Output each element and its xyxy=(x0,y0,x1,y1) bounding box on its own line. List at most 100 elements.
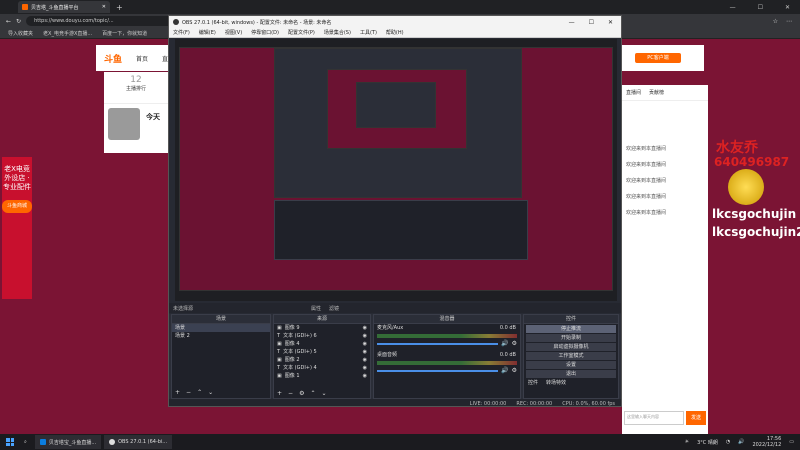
move-down-icon[interactable]: ⌄ xyxy=(321,390,326,397)
image-source-icon: ▣ xyxy=(277,325,282,331)
browser-tab[interactable]: 贝吉塔_斗鱼直播平台 ✕ xyxy=(18,1,110,13)
bookmark-item[interactable]: 老X_电竞手游X直播... xyxy=(43,30,92,37)
obs-dock-area: 场景 场景 场景 2 + − ⌃ ⌄ 来源 ▣ 图像 9 ◉ T 文本 (GDI+) … xyxy=(169,314,621,399)
new-tab-icon[interactable]: + xyxy=(116,3,123,12)
bookmark-item[interactable]: 导入收藏夹 xyxy=(8,30,33,37)
side-ad-banner[interactable]: 老X电竞外设店 · 专业配件 斗鱼商城 xyxy=(2,157,32,299)
menu-file[interactable]: 文件(F) xyxy=(173,29,190,36)
source-item[interactable]: ▣ 图像 1 ◉ xyxy=(274,372,370,380)
move-down-icon[interactable]: ⌄ xyxy=(208,389,213,396)
visibility-eye-icon[interactable]: ◉ xyxy=(363,340,370,348)
properties-button[interactable]: 属性 xyxy=(311,305,321,312)
move-up-icon[interactable]: ⌃ xyxy=(197,389,202,396)
source-item[interactable]: ▣ 图像 4 ◉ xyxy=(274,340,370,348)
volume-icon[interactable]: 🔊 xyxy=(738,439,744,445)
remove-source-icon[interactable]: − xyxy=(288,390,293,397)
filters-button[interactable]: 滤镜 xyxy=(329,305,339,312)
bookmark-item[interactable]: 百度一下，你就知道 xyxy=(102,30,147,37)
right-chat-panel: 直播间 贡献榜 欢迎来到本直播间 欢迎来到本直播间 欢迎来到本直播间 欢迎来到本… xyxy=(622,85,708,434)
tab-transitions[interactable]: 转场特效 xyxy=(546,379,566,386)
source-item[interactable]: ▣ 图像 2 ◉ xyxy=(274,356,370,364)
visibility-eye-icon[interactable]: ◉ xyxy=(363,324,370,332)
visibility-eye-icon[interactable]: ◉ xyxy=(363,356,370,364)
notification-icon[interactable]: ▭ xyxy=(789,439,794,445)
source-item[interactable]: T 文本 (GDI+) 4 ◉ xyxy=(274,364,370,372)
scene-item[interactable]: 场景 2 xyxy=(172,332,270,340)
network-icon[interactable]: ◔ xyxy=(726,439,730,445)
close-tab-icon[interactable]: ✕ xyxy=(102,4,106,10)
clock-date[interactable]: 2022/12/12 xyxy=(752,442,781,448)
sources-dock-title: 来源 xyxy=(274,315,370,324)
desktop-volume-slider[interactable] xyxy=(377,369,499,372)
weather-text[interactable]: 3°C 晴朗 xyxy=(697,439,718,446)
menu-help[interactable]: 帮助(H) xyxy=(386,29,404,36)
source-item-label: 文本 (GDI+) 5 xyxy=(283,349,317,355)
menu-tools[interactable]: 工具(T) xyxy=(360,29,377,36)
scene-item[interactable]: 场景 xyxy=(172,324,270,332)
search-icon[interactable]: ⌕ xyxy=(24,439,27,445)
add-source-icon[interactable]: + xyxy=(277,390,282,397)
gear-icon[interactable]: ⚙ xyxy=(512,367,517,374)
nav-home[interactable]: 首页 xyxy=(136,54,148,63)
visibility-eye-icon[interactable]: ◉ xyxy=(363,372,370,380)
move-up-icon[interactable]: ⌃ xyxy=(310,390,315,397)
tab-room[interactable]: 直播间 xyxy=(626,89,641,96)
maximize-icon[interactable]: ☐ xyxy=(589,19,594,26)
tab-controls[interactable]: 控件 xyxy=(528,379,538,386)
chat-input[interactable]: 这里输入聊天内容 xyxy=(624,411,684,425)
menu-docks[interactable]: 停靠窗口(D) xyxy=(251,29,279,36)
start-recording-button[interactable]: 开始录制 xyxy=(526,334,616,342)
obs-title: OBS 27.0.1 (64-bit, windows) - 配置文件: 未命名… xyxy=(182,19,332,26)
speaker-icon[interactable]: 🔊 xyxy=(501,340,508,347)
refresh-icon[interactable]: ↻ xyxy=(16,18,21,25)
douyu-favicon-icon xyxy=(22,4,28,10)
speaker-icon[interactable]: 🔊 xyxy=(501,367,508,374)
source-item[interactable]: ▣ 图像 9 ◉ xyxy=(274,324,370,332)
favorite-icon[interactable]: ☆ xyxy=(773,18,778,25)
visibility-eye-icon[interactable]: ◉ xyxy=(363,332,370,340)
pc-client-button[interactable]: PC客户端 xyxy=(635,53,681,63)
gear-icon[interactable]: ⚙ xyxy=(299,390,304,397)
mic-channel-label: 麦克风/Aux xyxy=(377,325,404,331)
visibility-eye-icon[interactable]: ◉ xyxy=(363,348,370,356)
remove-scene-icon[interactable]: − xyxy=(186,389,191,396)
source-item[interactable]: T 文本 (GDI+) 5 ◉ xyxy=(274,348,370,356)
virtual-camera-button[interactable]: 启动虚拟摄像机 xyxy=(526,343,616,351)
banner-card[interactable]: 今天 xyxy=(104,103,168,153)
taskbar-item-obs[interactable]: OBS 27.0.1 (64-bi... xyxy=(104,435,173,449)
minimize-icon[interactable]: — xyxy=(569,19,575,26)
stop-streaming-button[interactable]: 停止推流 xyxy=(526,325,616,333)
shop-button[interactable]: 斗鱼商城 xyxy=(2,200,32,213)
menu-view[interactable]: 视图(V) xyxy=(225,29,242,36)
exit-button[interactable]: 退出 xyxy=(526,370,616,378)
settings-button[interactable]: 设置 xyxy=(526,361,616,369)
add-scene-icon[interactable]: + xyxy=(175,389,180,396)
close-window-icon[interactable]: ✕ xyxy=(608,19,613,26)
source-item[interactable]: T 文本 (GDI+) 6 ◉ xyxy=(274,332,370,340)
menu-scene-collection[interactable]: 场景集合(S) xyxy=(324,29,351,36)
mic-volume-slider[interactable] xyxy=(377,342,499,345)
rec-timer: REC: 00:00:00 xyxy=(516,400,553,407)
source-item-label: 图像 2 xyxy=(284,357,300,363)
douyu-logo[interactable]: 斗鱼 xyxy=(104,52,122,65)
tab-contribution[interactable]: 贡献榜 xyxy=(649,89,664,96)
rank-label[interactable]: 主播排行 xyxy=(104,85,168,92)
minimize-icon[interactable]: — xyxy=(730,4,736,11)
windows-start-icon[interactable] xyxy=(6,438,14,446)
image-source-icon: ▣ xyxy=(277,341,282,347)
menu-profile[interactable]: 配置文件(P) xyxy=(288,29,315,36)
visibility-eye-icon[interactable]: ◉ xyxy=(363,364,370,372)
menu-icon[interactable]: ⋯ xyxy=(786,18,792,25)
gear-icon[interactable]: ⚙ xyxy=(512,340,517,347)
send-button[interactable]: 发送 xyxy=(686,411,706,425)
maximize-icon[interactable]: ☐ xyxy=(758,4,763,11)
obs-preview-canvas[interactable] xyxy=(175,39,617,301)
taskbar-item-browser[interactable]: 贝吉塔宝_斗鱼直播... xyxy=(34,435,102,449)
chat-line: 欢迎来到本直播间 xyxy=(626,210,667,216)
back-icon[interactable]: ← xyxy=(6,18,11,25)
close-window-icon[interactable]: ✕ xyxy=(785,4,790,11)
studio-mode-button[interactable]: 工作室模式 xyxy=(526,352,616,360)
obs-titlebar: OBS 27.0.1 (64-bit, windows) - 配置文件: 未命名… xyxy=(169,16,621,28)
source-toolbar: 未选择源 属性 滤镜 xyxy=(169,303,621,313)
menu-edit[interactable]: 编辑(E) xyxy=(199,29,216,36)
